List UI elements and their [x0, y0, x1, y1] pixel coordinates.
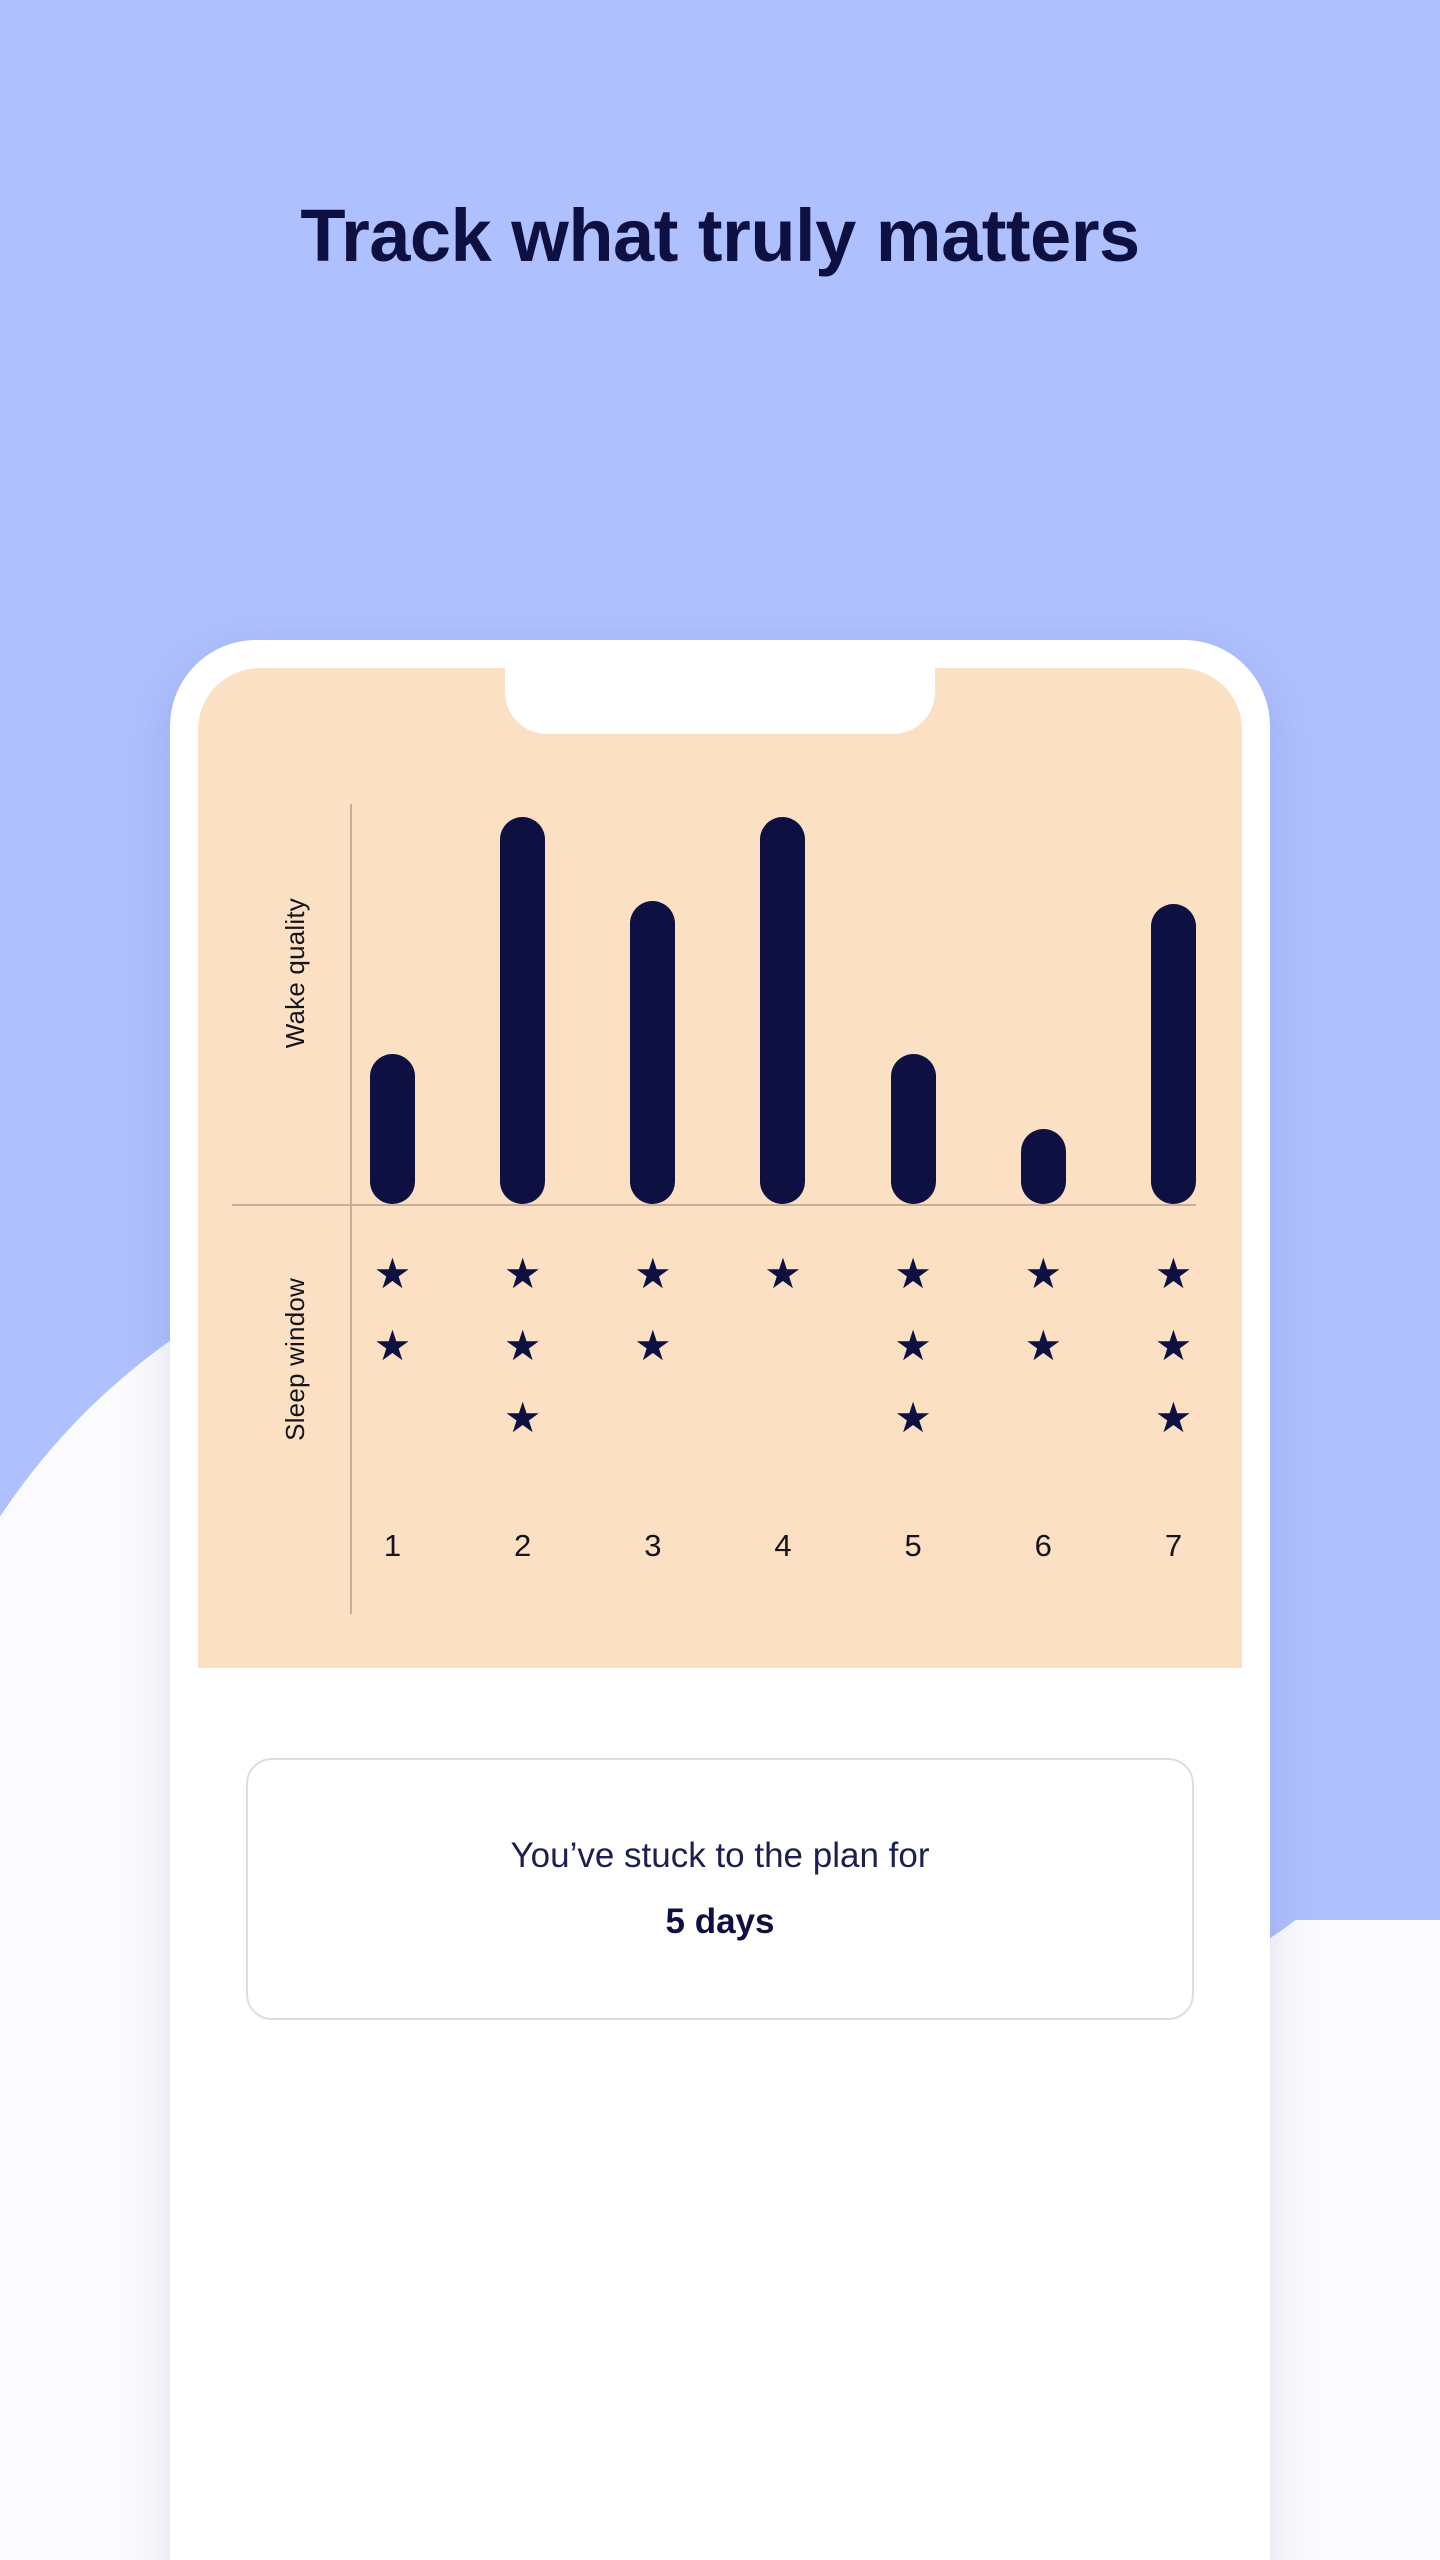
star-icon: ★	[373, 1322, 412, 1369]
bar-4	[760, 817, 806, 1204]
star-icon: ★	[894, 1394, 932, 1441]
star-column-5: ★ ★ ★	[891, 1238, 936, 1488]
star-icon: ★	[373, 1250, 412, 1297]
star-column-1: ★ ★	[370, 1238, 415, 1488]
bar-6	[1020, 1129, 1066, 1204]
bar-1	[370, 1054, 415, 1204]
star-icon: ★	[1154, 1394, 1193, 1441]
phone-notch	[505, 668, 935, 734]
star-icon: ★	[764, 1250, 802, 1297]
x-tick-7: 7	[1164, 1528, 1183, 1563]
streak-count: 5 days	[665, 1902, 775, 1941]
page-title: Track what truly matters	[300, 194, 1140, 277]
star-icon: ★	[503, 1394, 542, 1441]
x-tick-2: 2	[514, 1528, 532, 1563]
x-tick-3: 3	[644, 1528, 662, 1563]
bar-2	[500, 817, 546, 1204]
star-icon: ★	[503, 1322, 542, 1369]
phone-mockup: Wake quality Sleep window ★ ★ ★ ★ ★ ★ ★ ★ ★ ★ ★ ★ ★ ★…	[170, 640, 1270, 2560]
star-icon: ★	[1024, 1250, 1063, 1297]
chart-divider-axis	[232, 1204, 1196, 1206]
bar-7	[1150, 904, 1196, 1204]
star-icon: ★	[1154, 1322, 1193, 1369]
phone-screen: Wake quality Sleep window ★ ★ ★ ★ ★ ★ ★ ★ ★ ★ ★ ★ ★ ★…	[198, 668, 1242, 2560]
x-tick-4: 4	[774, 1528, 792, 1563]
star-icon: ★	[894, 1250, 932, 1297]
chart-card: Wake quality Sleep window ★ ★ ★ ★ ★ ★ ★ ★ ★ ★ ★ ★ ★ ★…	[198, 668, 1242, 1668]
streak-card: You’ve stuck to the plan for 5 days	[246, 1758, 1194, 2020]
star-icon: ★	[1154, 1250, 1193, 1297]
x-tick-5: 5	[904, 1528, 922, 1563]
star-column-7: ★ ★ ★	[1151, 1238, 1196, 1488]
star-icon: ★	[1024, 1322, 1063, 1369]
star-icon: ★	[633, 1250, 672, 1297]
streak-message: You’ve stuck to the plan for	[510, 1836, 930, 1875]
x-tick-1: 1	[383, 1528, 402, 1563]
x-axis-ticks: 1 2 3 4 5 6 7	[370, 1528, 1196, 1564]
x-tick-6: 6	[1034, 1528, 1052, 1563]
star-icon: ★	[503, 1250, 542, 1297]
y-axis-label-sleep-window: Sleep window	[280, 1278, 310, 1441]
chart-y-axis	[350, 804, 352, 1614]
star-icon: ★	[633, 1322, 672, 1369]
star-column-3: ★ ★	[630, 1238, 675, 1488]
star-icon: ★	[894, 1322, 932, 1369]
y-axis-label-wake-quality: Wake quality	[280, 898, 310, 1049]
star-column-2: ★ ★ ★	[500, 1238, 545, 1488]
star-column-4: ★	[760, 1238, 805, 1488]
bar-3	[630, 900, 676, 1204]
star-rating-series: ★ ★ ★ ★ ★ ★ ★ ★ ★ ★ ★ ★ ★ ★ ★ ★	[370, 1238, 1196, 1488]
star-column-6: ★ ★	[1021, 1238, 1066, 1488]
chart-plot-area: Wake quality Sleep window ★ ★ ★ ★ ★ ★ ★ ★ ★ ★ ★ ★ ★ ★…	[232, 768, 1218, 1668]
bar-series	[370, 804, 1196, 1204]
bar-5	[890, 1054, 936, 1204]
